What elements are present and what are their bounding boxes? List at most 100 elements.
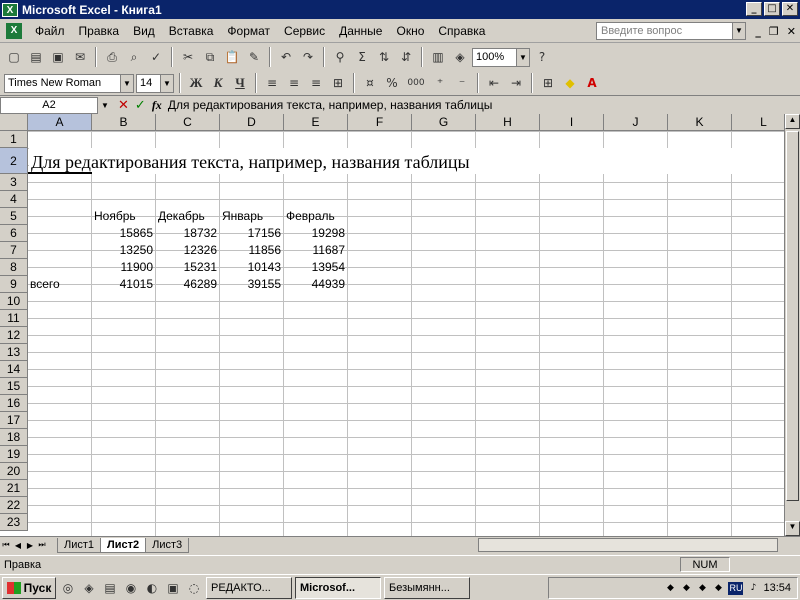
row-header[interactable]: 1 [0, 131, 28, 148]
header-cell[interactable]: Декабрь [158, 208, 205, 225]
undo-icon[interactable]: ↶ [276, 47, 296, 67]
doc-restore-button[interactable]: ❐ [769, 25, 779, 38]
number-cell[interactable]: 11856 [220, 242, 281, 259]
taskbar-task[interactable]: Безымянн... [384, 576, 470, 599]
column-header[interactable]: C [156, 114, 220, 131]
doc-minimize-button[interactable]: _ [755, 25, 761, 38]
underline-button[interactable]: Ч [230, 73, 250, 93]
row-header[interactable]: 3 [0, 174, 28, 191]
volume-icon[interactable]: ♪ [747, 582, 759, 594]
font-color-icon[interactable]: A [582, 73, 602, 93]
align-center-icon[interactable]: ≡ [284, 73, 304, 93]
number-cell[interactable]: 11687 [284, 242, 345, 259]
thousands-button[interactable]: 000 [404, 73, 428, 93]
total-cell[interactable]: 44939 [284, 276, 345, 293]
row-header[interactable]: 2 [0, 148, 28, 174]
row-header[interactable]: 11 [0, 310, 28, 327]
taskbar-task-active[interactable]: Microsof... [295, 576, 381, 599]
quicklaunch-icon[interactable]: ◐ [143, 579, 161, 597]
number-cell[interactable]: 12326 [156, 242, 217, 259]
column-header[interactable]: E [284, 114, 348, 131]
total-label-cell[interactable]: всего [30, 276, 60, 293]
bold-button[interactable]: Ж [186, 73, 206, 93]
menu-help[interactable]: Справка [431, 24, 492, 38]
header-cell[interactable]: Февраль [286, 208, 335, 225]
merge-center-icon[interactable]: ⊞ [328, 73, 348, 93]
sheet-tab-active[interactable]: Лист2 [100, 537, 147, 553]
column-header[interactable]: D [220, 114, 284, 131]
italic-button[interactable]: К [208, 73, 228, 93]
quicklaunch-icon[interactable]: ▣ [164, 579, 182, 597]
quicklaunch-icon[interactable]: ▤ [101, 579, 119, 597]
number-cell[interactable]: 13954 [284, 259, 345, 276]
decrease-decimal-icon[interactable]: ⁻ [452, 73, 472, 93]
row-header[interactable]: 15 [0, 378, 28, 395]
help-search-input[interactable]: Введите вопрос ▼ [596, 22, 746, 40]
column-header[interactable]: G [412, 114, 476, 131]
chart-wizard-icon[interactable]: ▥ [428, 47, 448, 67]
row-header[interactable]: 5 [0, 208, 28, 225]
row-header[interactable]: 19 [0, 446, 28, 463]
new-document-icon[interactable]: ▢ [4, 47, 24, 67]
currency-icon[interactable]: ¤ [360, 73, 380, 93]
percent-button[interactable]: % [382, 73, 402, 93]
column-header[interactable]: F [348, 114, 412, 131]
row-header[interactable]: 9 [0, 276, 28, 293]
total-cell[interactable]: 39155 [220, 276, 281, 293]
cancel-icon[interactable]: ✕ [118, 98, 129, 113]
paste-icon[interactable]: 📋 [222, 47, 242, 67]
row-header[interactable]: 23 [0, 514, 28, 531]
quicklaunch-icon[interactable]: ◉ [122, 579, 140, 597]
language-indicator[interactable]: RU [728, 581, 744, 595]
row-header[interactable]: 10 [0, 293, 28, 310]
increase-indent-icon[interactable]: ⇥ [506, 73, 526, 93]
menu-tools[interactable]: Сервис [277, 24, 332, 38]
open-folder-icon[interactable]: ▤ [26, 47, 46, 67]
column-header[interactable]: K [668, 114, 732, 131]
number-cell[interactable]: 10143 [220, 259, 281, 276]
enter-icon[interactable]: ✓ [135, 98, 146, 113]
row-header[interactable]: 8 [0, 259, 28, 276]
number-cell[interactable]: 19298 [284, 225, 345, 242]
font-size-select[interactable]: 14 ▼ [136, 73, 174, 93]
align-right-icon[interactable]: ≡ [306, 73, 326, 93]
row-header[interactable]: 16 [0, 395, 28, 412]
scroll-up-icon[interactable]: ▲ [785, 114, 800, 129]
next-sheet-icon[interactable]: ▶ [24, 541, 36, 550]
number-cell[interactable]: 15231 [156, 259, 217, 276]
scroll-down-icon[interactable]: ▼ [785, 521, 800, 536]
sort-ascending-icon[interactable]: ⇅ [374, 47, 394, 67]
sort-descending-icon[interactable]: ⇵ [396, 47, 416, 67]
taskbar-task[interactable]: РЕДАКТО... [206, 576, 292, 599]
minimize-button[interactable]: _ [746, 2, 762, 16]
copy-icon[interactable]: ⧉ [200, 47, 220, 67]
redo-icon[interactable]: ↷ [298, 47, 318, 67]
cut-icon[interactable]: ✂ [178, 47, 198, 67]
start-button[interactable]: Пуск [2, 576, 56, 599]
menu-edit[interactable]: Правка [72, 24, 127, 38]
chevron-down-icon[interactable]: ▼ [732, 23, 745, 39]
vertical-scrollbar[interactable]: ▲ ▼ [784, 114, 800, 536]
row-header[interactable]: 6 [0, 225, 28, 242]
format-painter-icon[interactable]: ✎ [244, 47, 264, 67]
prev-sheet-icon[interactable]: ◀ [12, 541, 24, 550]
row-header[interactable]: 21 [0, 480, 28, 497]
select-all-corner[interactable] [0, 114, 28, 131]
horizontal-scrollbar[interactable] [478, 538, 778, 552]
hyperlink-icon[interactable]: ⚲ [330, 47, 350, 67]
fill-color-icon[interactable]: ◆ [560, 73, 580, 93]
number-cell[interactable]: 11900 [92, 259, 153, 276]
header-cell[interactable]: Ноябрь [94, 208, 136, 225]
increase-decimal-icon[interactable]: ⁺ [430, 73, 450, 93]
row-header[interactable]: 7 [0, 242, 28, 259]
menu-view[interactable]: Вид [126, 24, 162, 38]
quicklaunch-icon[interactable]: ◎ [59, 579, 77, 597]
column-header[interactable]: A [28, 114, 92, 131]
menu-insert[interactable]: Вставка [162, 24, 221, 38]
document-icon[interactable]: X [6, 22, 22, 39]
tray-icon[interactable]: ◆ [664, 582, 676, 594]
maximize-button[interactable]: □ [764, 2, 780, 16]
menu-format[interactable]: Формат [220, 24, 277, 38]
number-cell[interactable]: 17156 [220, 225, 281, 242]
row-header[interactable]: 12 [0, 327, 28, 344]
